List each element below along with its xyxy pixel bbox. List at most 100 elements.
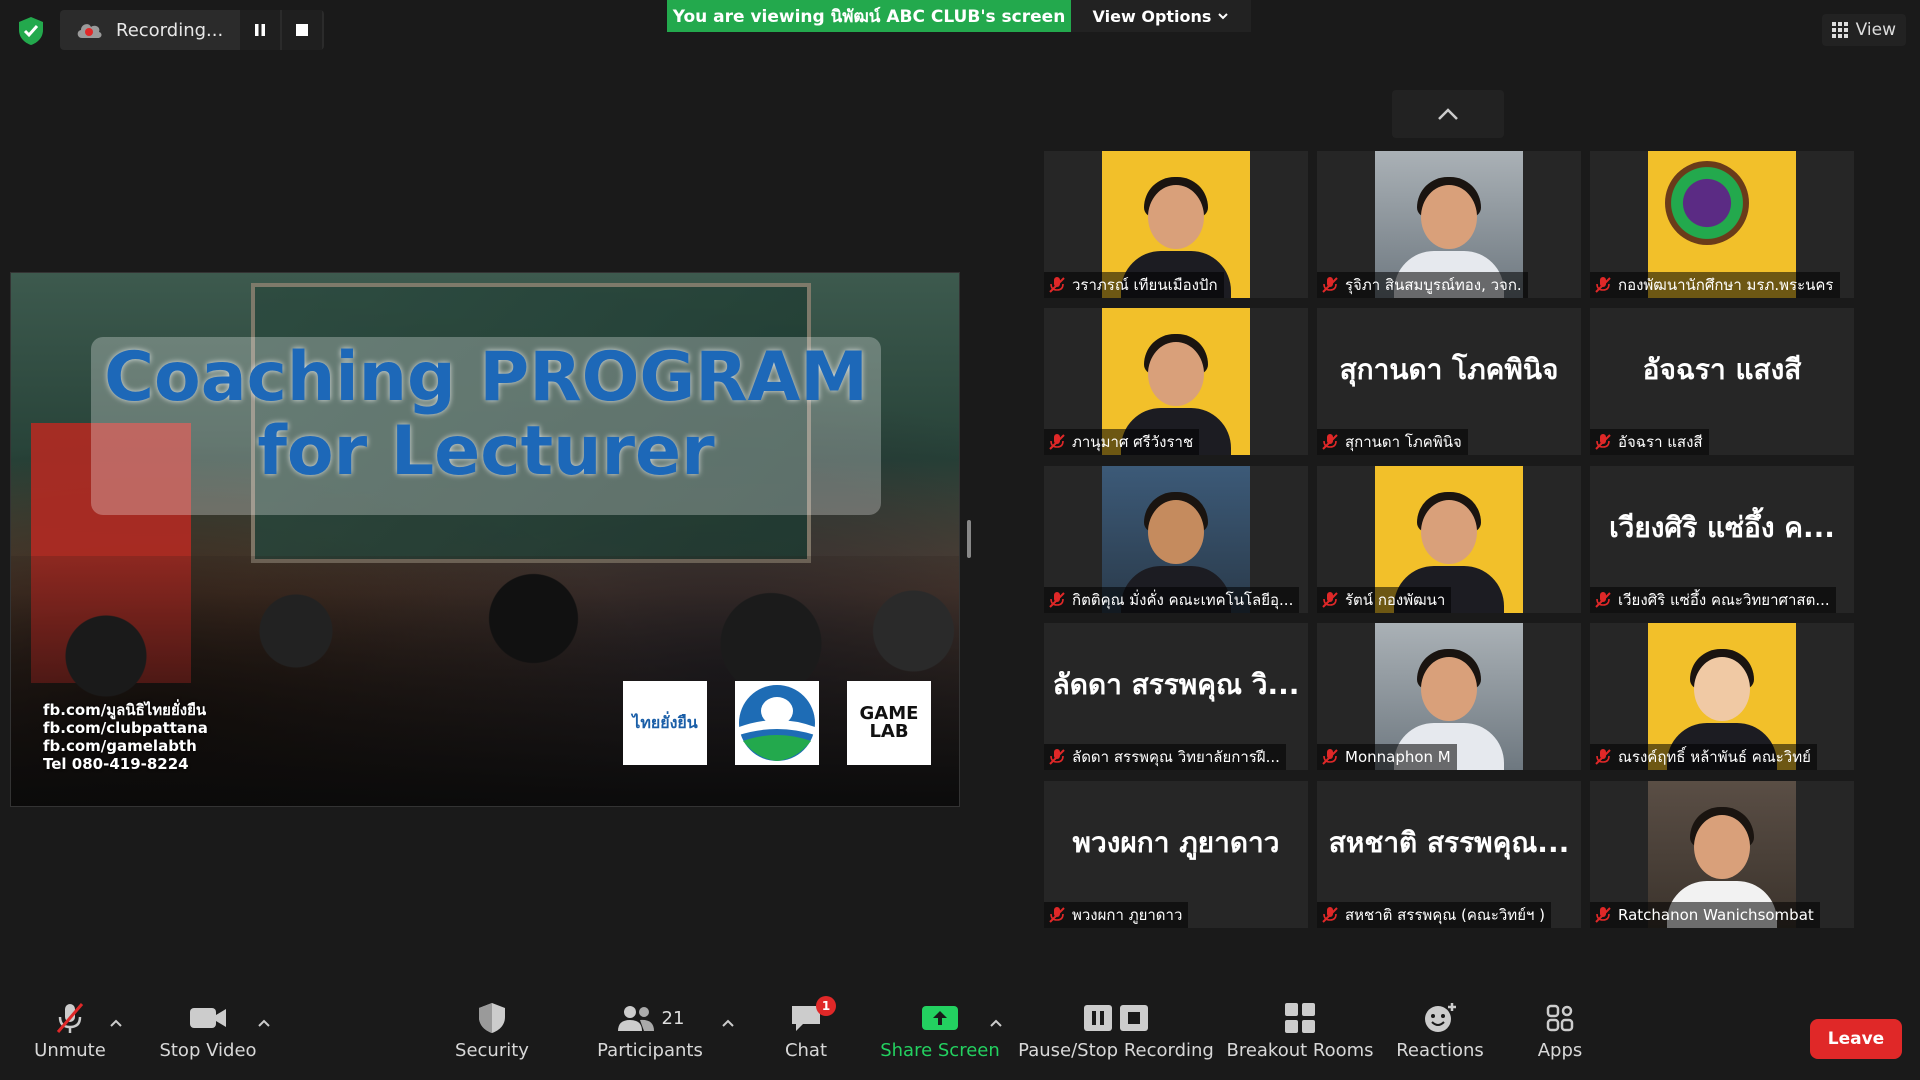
unmute-button[interactable]: Unmute <box>28 996 112 1076</box>
security-button[interactable]: Security <box>452 996 532 1076</box>
apps-button[interactable]: Apps <box>1530 996 1590 1076</box>
cloud-record-icon <box>77 24 102 38</box>
recording-label: Recording... <box>116 19 224 41</box>
mic-muted-icon <box>1595 434 1611 450</box>
contact-line: fb.com/มูลนิธิไทยยั่งยืน <box>43 701 207 719</box>
encryption-shield-icon[interactable] <box>14 14 48 48</box>
participant-name: กองพัฒนานักศึกษา มรภ.พระนคร <box>1618 276 1834 294</box>
participant-display-name: อัจฉรา แสงสี <box>1642 353 1802 386</box>
stop-recording-button[interactable] <box>282 10 322 50</box>
participant-name: กิตติคุณ มั่งคั่ง คณะเทคโนโลยีอุ... <box>1072 591 1294 609</box>
pause-recording-button[interactable] <box>240 10 280 50</box>
gallery-page-up-button[interactable] <box>1392 90 1504 138</box>
participant-name: รัตน์ กองพัฒนา <box>1345 591 1446 609</box>
stop-video-button[interactable]: Stop Video <box>156 996 260 1076</box>
pause-icon <box>255 24 265 36</box>
reactions-button[interactable]: Reactions <box>1394 996 1486 1076</box>
participant-tile[interactable]: Monnaphon M <box>1317 623 1581 770</box>
contact-line: fb.com/clubpattana <box>43 719 208 737</box>
participant-name: อัจฉรา แสงสี <box>1618 433 1703 451</box>
mic-muted-icon <box>1322 907 1338 923</box>
share-options-caret-icon[interactable] <box>988 1016 1004 1032</box>
participant-tile[interactable]: กองพัฒนานักศึกษา มรภ.พระนคร <box>1590 151 1854 298</box>
person-head <box>1148 185 1204 249</box>
video-camera-icon <box>190 1008 226 1028</box>
mic-muted-icon <box>1049 592 1065 608</box>
mic-muted-icon <box>1595 592 1611 608</box>
participant-name-label: ภานุมาศ ศรีวังราช <box>1044 429 1200 455</box>
audio-options-caret-icon[interactable] <box>108 1016 124 1032</box>
stop-recording-icon <box>1120 1005 1148 1031</box>
participant-tile[interactable]: เวียงศิริ แซ่อึ้ง ค... เวียงศิริ แซ่อึ้ง … <box>1590 466 1854 613</box>
chat-button[interactable]: 1 Chat <box>780 996 836 1076</box>
recording-indicator: Recording... <box>60 10 324 50</box>
participant-name: สุกานดา โภคพินิจ <box>1345 433 1462 451</box>
participant-tile[interactable]: ณรงค์ฤทธิ์ หล้าพันธ์ คณะวิทย์ <box>1590 623 1854 770</box>
participant-tile[interactable]: วราภรณ์ เทียนเมืองปัก <box>1044 151 1308 298</box>
unmute-label: Unmute <box>34 1040 106 1061</box>
breakout-rooms-label: Breakout Rooms <box>1226 1040 1374 1061</box>
apps-icon <box>1546 1004 1574 1032</box>
participant-name-label: พวงผกา ภูยาดาว <box>1044 902 1189 928</box>
apps-label: Apps <box>1537 1040 1583 1061</box>
participant-name-label: อัจฉรา แสงสี <box>1590 429 1709 455</box>
participant-tile[interactable]: กิตติคุณ มั่งคั่ง คณะเทคโนโลยีอุ... <box>1044 466 1308 613</box>
person-head <box>1694 657 1750 721</box>
contact-line: fb.com/gamelabth <box>43 737 197 755</box>
thai-yangyuen-logo: ไทยยั่งยืน <box>623 681 707 765</box>
mic-muted-icon <box>1049 749 1065 765</box>
university-seal-icon <box>1665 161 1750 245</box>
participants-label: Participants <box>597 1040 703 1061</box>
participant-tile[interactable]: สุกานดา โภคพินิจ สุกานดา โภคพินิจ <box>1317 308 1581 455</box>
participant-name-label: ณรงค์ฤทธิ์ หล้าพันธ์ คณะวิทย์ <box>1590 744 1817 770</box>
participant-name: ณรงค์ฤทธิ์ หล้าพันธ์ คณะวิทย์ <box>1618 748 1811 766</box>
share-screen-button[interactable]: Share Screen <box>880 996 1000 1076</box>
participant-name-label: รุจิภา สินสมบูรณ์ทอง, วจก. <box>1317 272 1528 298</box>
participant-tile[interactable]: พวงผกา ภูยาดาว พวงผกา ภูยาดาว <box>1044 781 1308 928</box>
participants-button[interactable]: 21 Participants <box>596 996 704 1076</box>
participant-display-name: สุกานดา โภคพินิจ <box>1339 353 1559 386</box>
mic-muted-icon <box>1322 749 1338 765</box>
chevron-down-icon <box>1218 13 1229 20</box>
stop-video-label: Stop Video <box>159 1040 257 1061</box>
participant-tile[interactable]: รัตน์ กองพัฒนา <box>1317 466 1581 613</box>
resize-splitter[interactable] <box>967 520 971 558</box>
game-lab-logo: GAME LAB <box>847 681 931 765</box>
participant-tile[interactable]: สหชาติ สรรพคุณ... สหชาติ สรรพคุณ (คณะวิทย… <box>1317 781 1581 928</box>
pause-stop-recording-label: Pause/Stop Recording <box>1018 1040 1214 1061</box>
participants-options-caret-icon[interactable] <box>720 1016 736 1032</box>
participant-name-label: กิตติคุณ มั่งคั่ง คณะเทคโนโลยีอุ... <box>1044 587 1300 613</box>
participant-name: เวียงศิริ แซ่อึ้ง คณะวิทยาศาสต... <box>1618 591 1830 609</box>
participant-tile[interactable]: ลัดดา สรรพคุณ วิ... ลัดดา สรรพคุณ วิทยาลั… <box>1044 623 1308 770</box>
slide-title-line1: Coaching PROGRAM <box>104 338 868 417</box>
viewing-screen-banner: You are viewing นิพัฒน์ ABC CLUB's scree… <box>667 0 1071 32</box>
participant-tile[interactable]: ภานุมาศ ศรีวังราช <box>1044 308 1308 455</box>
participant-tile[interactable]: รุจิภา สินสมบูรณ์ทอง, วจก. <box>1317 151 1581 298</box>
video-options-caret-icon[interactable] <box>256 1016 272 1032</box>
thai-yangyuen-logo-text: ไทยยั่งยืน <box>632 712 698 732</box>
view-layout-button[interactable]: View <box>1821 14 1906 46</box>
view-options-button[interactable]: View Options <box>1071 0 1251 32</box>
stop-icon <box>296 24 308 36</box>
participant-display-name: เวียงศิริ แซ่อึ้ง ค... <box>1609 511 1835 544</box>
participants-icon <box>617 1006 654 1031</box>
chevron-up-icon <box>1438 108 1458 120</box>
security-label: Security <box>455 1040 529 1061</box>
shared-screen[interactable]: Coaching PROGRAM for Lecturer fb.com/มูล… <box>10 272 960 807</box>
mic-muted-icon <box>1049 907 1065 923</box>
participant-name-label: วราภรณ์ เทียนเมืองปัก <box>1044 272 1224 298</box>
chat-unread-badge: 1 <box>816 996 836 1016</box>
breakout-rooms-button[interactable]: Breakout Rooms <box>1226 996 1374 1076</box>
participant-name: ลัดดา สรรพคุณ วิทยาลัยการฝี... <box>1072 748 1280 766</box>
pause-stop-recording-button[interactable]: Pause/Stop Recording <box>1018 996 1214 1076</box>
mic-muted-icon <box>56 1003 84 1033</box>
pause-recording-icon <box>1084 1005 1112 1031</box>
share-screen-arrow-icon <box>922 1006 958 1030</box>
participant-tile[interactable]: Ratchanon Wanichsombat <box>1590 781 1854 928</box>
club-pattana-logo <box>735 681 819 765</box>
leave-meeting-button[interactable]: Leave <box>1810 1019 1902 1059</box>
chat-label: Chat <box>784 1040 828 1061</box>
participant-tile[interactable]: อัจฉรา แสงสี อัจฉรา แสงสี <box>1590 308 1854 455</box>
participants-count: 21 <box>661 1007 685 1029</box>
mic-muted-icon <box>1322 277 1338 293</box>
